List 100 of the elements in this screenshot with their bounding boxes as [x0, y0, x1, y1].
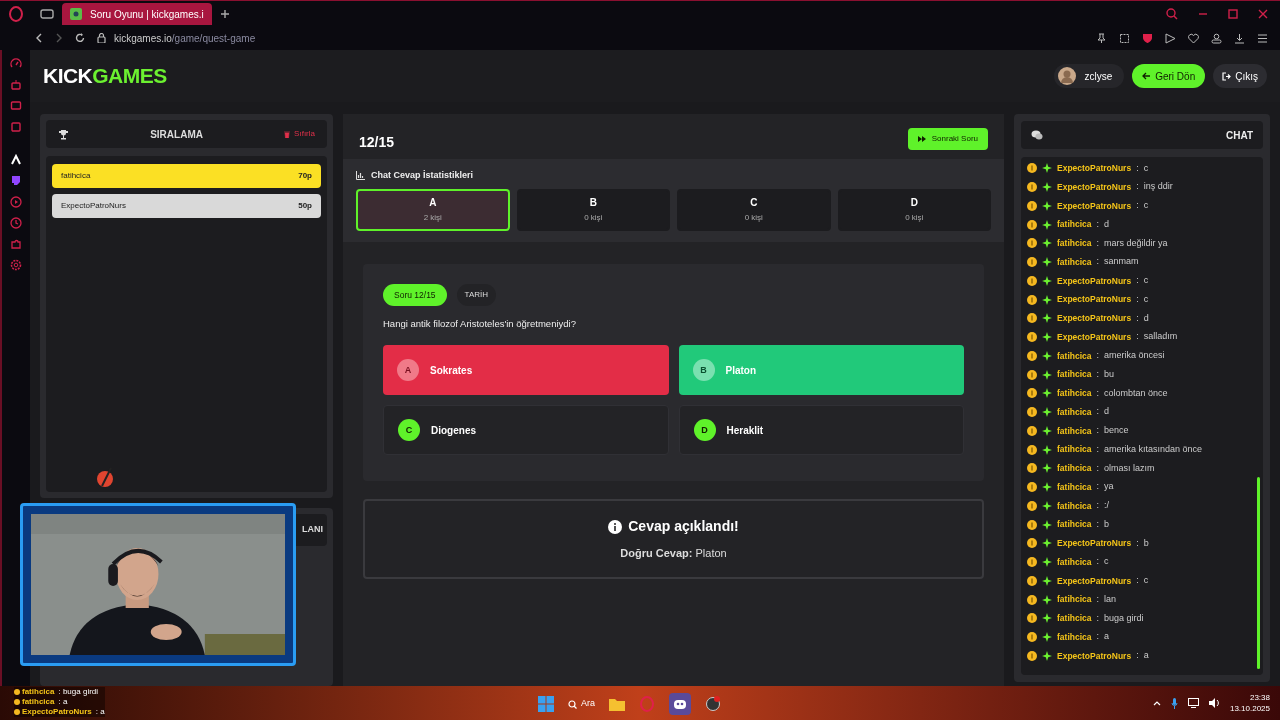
sparkle-icon	[1042, 444, 1052, 455]
taskbar-search[interactable]: Ara	[568, 697, 595, 711]
chat-message: : amerika kıtasından önce	[1096, 442, 1203, 456]
chat-message: : buga girdi	[1096, 611, 1144, 625]
sparkle-icon	[1042, 650, 1052, 661]
app-icon[interactable]	[705, 696, 721, 712]
sparkle-icon	[1042, 332, 1052, 343]
chat-username: fatihcica	[1057, 255, 1092, 269]
chat-message: : c	[1096, 555, 1109, 569]
back-icon	[35, 33, 43, 43]
heart-icon[interactable]	[1188, 32, 1199, 44]
next-question-button[interactable]: Sonraki Soru	[907, 127, 988, 150]
coin-icon	[1027, 275, 1037, 286]
coin-icon	[1027, 557, 1037, 568]
chat-username: fatihcica	[22, 686, 55, 698]
snapshot-icon[interactable]	[1119, 32, 1130, 44]
chat-message: : lan	[1096, 592, 1116, 606]
back-button[interactable]: Geri Dön	[1132, 64, 1206, 88]
chat-username: fatihcica	[1057, 555, 1092, 569]
scrollbar[interactable]	[1257, 477, 1260, 669]
reset-button[interactable]: Sıfırla	[284, 128, 315, 140]
account-icon[interactable]	[1211, 32, 1222, 44]
coin-icon	[1027, 575, 1037, 586]
settings-icon[interactable]	[10, 259, 22, 271]
chat-message: : olması lazım	[1096, 461, 1155, 475]
speed-dial-icon[interactable]	[10, 58, 22, 70]
coin-icon	[1027, 182, 1037, 193]
stat-letter: D	[910, 196, 918, 210]
sparkle-icon	[1042, 407, 1052, 418]
answer-option[interactable]: A Sokrates	[383, 345, 669, 396]
clock-icon[interactable]	[10, 217, 22, 229]
coin-icon	[1027, 388, 1037, 399]
reveal-title: Cevap açıklandı!	[628, 517, 739, 537]
panel-title: LANI	[302, 523, 323, 537]
sparkle-icon	[1042, 463, 1052, 474]
chat-bubble-icon[interactable]	[10, 175, 22, 187]
sparkle-icon	[1042, 425, 1052, 436]
sparkle-icon	[1042, 538, 1052, 549]
sparkle-icon	[1042, 350, 1052, 361]
site-logo[interactable]: KICKGAMES	[43, 60, 167, 92]
sparkle-icon	[1042, 575, 1052, 586]
user-chip[interactable]: zclyse	[1054, 64, 1125, 88]
square-icon[interactable]	[10, 121, 22, 133]
logout-button[interactable]: Çıkış	[1213, 64, 1267, 88]
answer-option[interactable]: B Platon	[678, 345, 964, 396]
chat-message: : d	[1096, 405, 1109, 419]
chat-username: ExpectoPatroNurs	[1057, 274, 1132, 288]
chat-message: : b	[1136, 536, 1149, 550]
chat-username: ExpectoPatroNurs	[1057, 162, 1132, 175]
coin-icon	[1027, 369, 1037, 380]
start-icon[interactable]	[538, 696, 554, 712]
folder-icon[interactable]	[609, 697, 625, 711]
chat-message: : colombtan önce	[1096, 386, 1168, 400]
sparkle-icon	[1042, 294, 1052, 305]
speaker-icon	[1208, 698, 1220, 708]
chat-message: : c	[1136, 574, 1149, 588]
sparkle-icon	[1042, 257, 1052, 268]
stat-letter: B	[589, 196, 597, 210]
answer-option[interactable]: C Diogenes	[383, 405, 669, 456]
chat-message: : bu	[1096, 367, 1114, 381]
correct-answer-text: Doğru Cevap: Platon	[620, 546, 727, 562]
chat-message: : bence	[1096, 424, 1129, 438]
chat-username: fatihcica	[1057, 237, 1092, 250]
chat-message: : c	[1136, 199, 1149, 213]
stat-letter: C	[750, 196, 758, 210]
chat-message: : inş ddir	[1136, 180, 1173, 194]
sparkle-icon	[1042, 313, 1052, 324]
chat-message: : d	[1096, 217, 1109, 231]
coin-icon	[1027, 500, 1037, 511]
send-icon[interactable]	[1165, 32, 1176, 44]
logo-icon	[96, 466, 116, 488]
shield-icon[interactable]	[1142, 32, 1153, 44]
address-field[interactable]: kickgames.io/game/quest-game	[114, 30, 256, 46]
bar-chart-icon	[356, 171, 365, 181]
player-name: ExpectoPatroNurs	[61, 200, 126, 212]
question-counter: 12/15	[359, 133, 395, 152]
chevron-up-icon	[1152, 700, 1161, 706]
download-icon[interactable]	[1234, 32, 1245, 44]
answer-option[interactable]: D Heraklit	[678, 405, 964, 456]
robot-icon[interactable]	[10, 79, 22, 91]
chat-username: fatihcica	[1057, 518, 1092, 531]
menu-icon[interactable]	[1257, 32, 1268, 44]
category-badge: TARİH	[456, 284, 496, 306]
chat-username: ExpectoPatroNurs	[1057, 312, 1132, 325]
coin-icon	[1027, 350, 1037, 361]
pin-icon[interactable]	[1096, 32, 1107, 44]
chat-username: ExpectoPatroNurs	[1057, 199, 1132, 213]
trash-icon	[284, 130, 291, 138]
chat-username: fatihcica	[1057, 218, 1092, 231]
chat-message: : ya	[1096, 480, 1114, 494]
microphone-icon	[1170, 697, 1178, 709]
play-icon[interactable]	[10, 196, 22, 208]
sparkle-icon	[1042, 594, 1052, 605]
sparkle-icon	[1042, 369, 1052, 380]
browser-tab[interactable]: Soru Oyunu | kickgames.i	[62, 3, 212, 25]
sparkle-icon	[1042, 238, 1052, 249]
workspace-icon	[40, 8, 54, 20]
coin-icon	[1027, 632, 1037, 643]
coin-icon	[1027, 200, 1037, 211]
stats-title: Chat Cevap İstatistikleri	[371, 169, 474, 182]
